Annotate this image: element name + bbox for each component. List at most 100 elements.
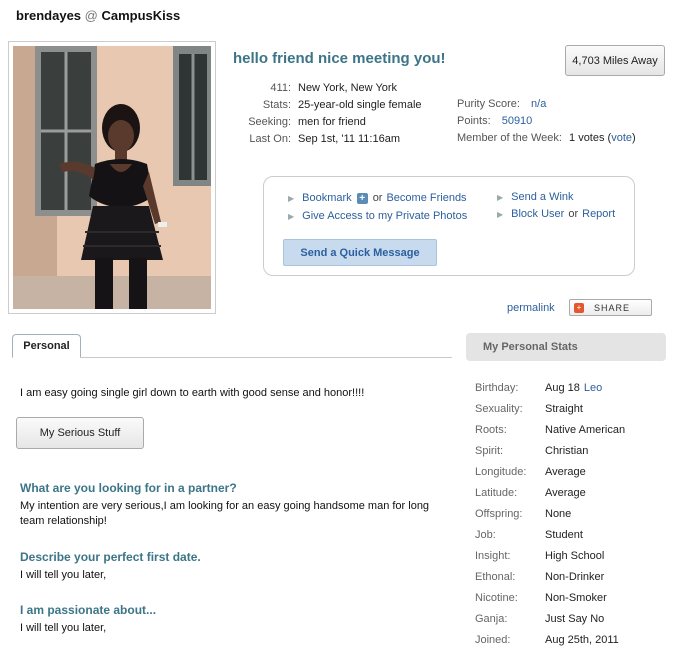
stat-label: Nicotine: — [475, 591, 518, 604]
info-label: Last On: — [249, 133, 291, 145]
block-user-link[interactable]: Block User — [511, 208, 564, 220]
qa-answer: My intention are very serious,I am looki… — [20, 500, 430, 527]
stat-value: None — [545, 507, 572, 520]
stat-row: Offspring: None — [475, 503, 625, 524]
points: Points: 50910 — [457, 113, 636, 130]
points-label: Points: — [457, 115, 491, 127]
profile-headline: hello friend nice meeting you! — [233, 50, 446, 67]
info-label: Seeking: — [248, 116, 291, 128]
info-value: New York, New York — [298, 82, 398, 94]
info-value: 25-year-old single female — [298, 99, 422, 111]
send-wink-link[interactable]: Send a Wink — [511, 191, 573, 203]
bookmark-action: ▶ Bookmark + or Become Friends — [288, 192, 467, 204]
purity-value[interactable]: n/a — [531, 98, 546, 110]
stat-label: Job: — [475, 528, 496, 541]
become-friends-link[interactable]: Become Friends — [386, 192, 466, 204]
info-label: 411: — [270, 82, 291, 94]
at-sign: @ — [84, 8, 98, 23]
purity-label: Purity Score: — [457, 98, 520, 110]
stat-row: Nicotine: Non-Smoker — [475, 587, 625, 608]
tab-personal[interactable]: Personal — [12, 334, 81, 358]
stat-row: Latitude: Average — [475, 482, 625, 503]
stat-label: Offspring: — [475, 507, 523, 520]
stat-value: Aug 18 — [545, 381, 580, 394]
stat-row: Sexuality: Straight — [475, 398, 625, 419]
block-action: ▶ Block User or Report — [497, 208, 615, 220]
stat-row: Joined: Aug 25th, 2011 — [475, 629, 625, 650]
stat-label: Longitude: — [475, 465, 527, 478]
motw-label: Member of the Week: — [457, 132, 562, 144]
qa-answer: I will tell you later, — [20, 622, 107, 634]
profile-photo-frame[interactable] — [8, 41, 216, 314]
stat-label: Spirit: — [475, 444, 504, 457]
my-serious-stuff-button[interactable]: My Serious Stuff — [16, 417, 144, 449]
stat-label: Ethonal: — [475, 570, 516, 583]
stat-row: Birthday: Aug 18 Leo — [475, 377, 625, 398]
stat-value: Just Say No — [545, 612, 605, 625]
qa-question: What are you looking for in a partner? — [20, 481, 237, 495]
arrow-right-icon: ▶ — [288, 193, 295, 203]
stat-value: Non-Smoker — [545, 591, 607, 604]
distance-button[interactable]: 4,703 Miles Away — [565, 45, 665, 76]
qa-question: I am passionate about... — [20, 603, 157, 617]
permalink-link[interactable]: permalink — [507, 302, 555, 314]
share-icon: + — [574, 302, 584, 313]
stat-value: High School — [545, 549, 605, 562]
qa-passionate: I am passionate about... I will tell you… — [20, 603, 440, 636]
stat-label: Joined: — [475, 633, 511, 646]
profile-info: 411: New York, New York Stats: 25-year-o… — [240, 80, 422, 148]
share-label: SHARE — [594, 302, 631, 313]
stat-value: Native American — [545, 423, 626, 436]
give-access-action: ▶ Give Access to my Private Photos — [288, 210, 467, 222]
page-title: brendayes @ CampusKiss — [16, 8, 180, 23]
stat-value: Aug 25th, 2011 — [545, 633, 619, 646]
member-of-week: Member of the Week: 1 votes (vote) — [457, 130, 636, 147]
zodiac-link[interactable]: Leo — [584, 382, 602, 394]
motw-close: ) — [632, 132, 636, 144]
purity-score: Purity Score: n/a — [457, 96, 636, 113]
or-text: or — [372, 192, 383, 204]
arrow-right-icon: ▶ — [288, 211, 295, 221]
stat-row: Ganja: Just Say No — [475, 608, 625, 629]
score-info: Purity Score: n/a Points: 50910 Member o… — [457, 96, 636, 147]
site-name: CampusKiss — [101, 8, 181, 23]
motw-votes: 1 votes ( — [569, 132, 612, 144]
profile-photo[interactable] — [13, 46, 211, 309]
stat-label: Ganja: — [475, 612, 508, 625]
arrow-right-icon: ▶ — [497, 209, 504, 219]
send-quick-message-button[interactable]: Send a Quick Message — [283, 239, 437, 266]
stat-value: Christian — [545, 444, 589, 457]
qa-answer: I will tell you later, — [20, 569, 107, 581]
stat-row: Ethonal: Non-Drinker — [475, 566, 625, 587]
stat-label: Roots: — [475, 423, 507, 436]
stat-row: Insight: High School — [475, 545, 625, 566]
stat-label: Sexuality: — [475, 402, 523, 415]
info-row-seeking: Seeking: men for friend — [240, 114, 422, 131]
points-value[interactable]: 50910 — [502, 115, 533, 127]
or-text: or — [568, 208, 579, 220]
bookmark-link[interactable]: Bookmark — [302, 192, 352, 204]
wink-action: ▶ Send a Wink — [497, 191, 574, 203]
stat-label: Birthday: — [475, 381, 519, 394]
arrow-right-icon: ▶ — [497, 192, 504, 202]
report-link[interactable]: Report — [582, 208, 615, 220]
username: brendayes — [16, 8, 82, 23]
vote-link[interactable]: vote — [611, 132, 632, 144]
stat-row: Job: Student — [475, 524, 625, 545]
personal-stats-header: My Personal Stats — [466, 333, 666, 361]
stat-value: Student — [545, 528, 583, 541]
stat-row: Longitude: Average — [475, 461, 625, 482]
qa-partner: What are you looking for in a partner? M… — [20, 481, 440, 529]
info-value: Sep 1st, '11 11:16am — [298, 133, 400, 145]
share-button[interactable]: + SHARE — [569, 299, 652, 316]
stat-row: Roots: Native American — [475, 419, 625, 440]
give-access-link[interactable]: Give Access to my Private Photos — [302, 210, 467, 222]
stat-label: Latitude: — [475, 486, 518, 499]
stat-value: Average — [545, 486, 586, 499]
personal-stats-list: Birthday: Aug 18 Leo Sexuality: Straight… — [475, 377, 625, 650]
plus-icon[interactable]: + — [356, 192, 368, 204]
stat-label: Insight: — [475, 549, 511, 562]
stat-value: Average — [545, 465, 586, 478]
info-label: Stats: — [262, 99, 291, 111]
info-row-last-on: Last On: Sep 1st, '11 11:16am — [240, 131, 422, 148]
